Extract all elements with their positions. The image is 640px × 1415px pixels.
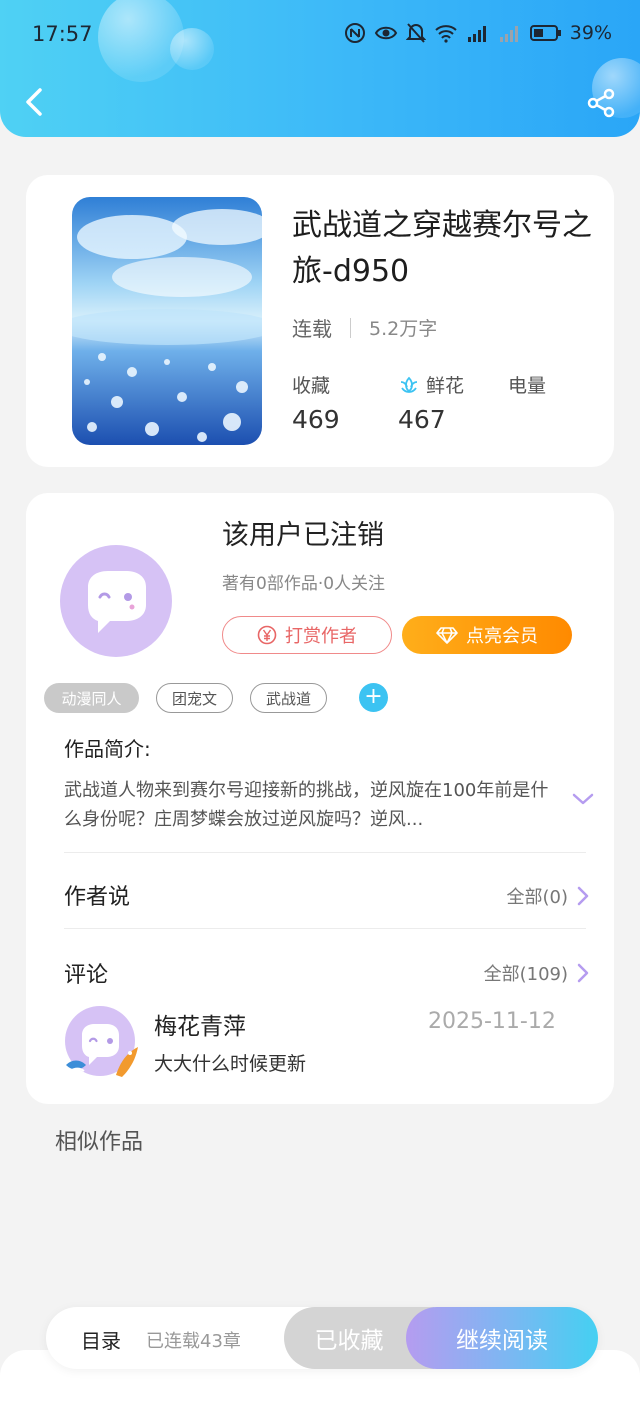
- meta-divider: [350, 317, 351, 338]
- continue-reading-button[interactable]: 继续阅读: [406, 1307, 598, 1369]
- battery-icon: [529, 25, 561, 41]
- add-tag-button[interactable]: +: [359, 683, 388, 712]
- mute-bell-icon: [405, 23, 426, 43]
- author-name: 该用户已注销: [222, 520, 384, 551]
- toc-button[interactable]: 目录: [81, 1325, 121, 1354]
- signal-icon: [499, 26, 518, 42]
- back-button[interactable]: [18, 84, 52, 120]
- share-icon: [587, 88, 615, 118]
- commenter-name: 梅花青萍: [154, 1014, 246, 1040]
- comments-all-label: 全部(109): [483, 964, 568, 985]
- diamond-icon: [436, 627, 458, 644]
- yen-icon: [257, 625, 277, 645]
- book-status: 连载: [292, 317, 332, 341]
- koi-avatar-icon: [65, 1006, 138, 1077]
- tag-item[interactable]: 武战道: [250, 683, 327, 713]
- bottom-action-bar: 目录 已连载43章 已收藏 继续阅读: [46, 1307, 598, 1369]
- author-says-heading: 作者说: [64, 885, 131, 910]
- stat-value-favorites: 469: [292, 405, 340, 434]
- signal-5g-icon: [467, 26, 486, 42]
- similar-works-heading: 相似作品: [55, 1130, 144, 1155]
- divider: [64, 928, 586, 929]
- stat-label-favorites: 收藏: [292, 375, 331, 397]
- author-info: 著有0部作品·0人关注: [222, 574, 386, 594]
- divider: [64, 852, 586, 853]
- decor-bubble: [170, 28, 214, 70]
- comment-date: 2025-11-12: [428, 1009, 556, 1034]
- synopsis-text: 武战道人物来到赛尔号迎接新的挑战，逆风旋在100年前是什么身份呢？庄周梦蝶会放过…: [64, 780, 549, 830]
- nfc-icon: [344, 23, 365, 43]
- tag-item[interactable]: 团宠文: [156, 683, 233, 713]
- comments-all-link[interactable]: 全部(109): [484, 960, 590, 986]
- commenter-avatar[interactable]: [64, 1005, 140, 1081]
- chevron-right-icon: [577, 963, 589, 983]
- tag-item[interactable]: 动漫同人: [44, 683, 139, 713]
- serial-chapters-label[interactable]: 已连载43章: [146, 1327, 241, 1353]
- battery-percent: 39%: [569, 22, 612, 44]
- stat-label-power: 电量: [508, 375, 547, 397]
- expand-synopsis-button[interactable]: [571, 789, 595, 809]
- author-says-all-label: 全部(0): [506, 887, 569, 908]
- continue-reading-label: 继续阅读: [456, 1328, 548, 1354]
- author-says-all-link[interactable]: 全部(0): [507, 883, 591, 909]
- activate-vip-label: 点亮会员: [466, 626, 538, 647]
- stat-flowers[interactable]: 鲜花: [398, 371, 464, 398]
- plus-icon: +: [364, 684, 383, 709]
- book-cover[interactable]: [72, 197, 262, 445]
- stat-label-flowers: 鲜花: [426, 375, 465, 397]
- book-meta: 连载 5.2万字: [292, 313, 437, 342]
- chevron-right-icon: [577, 886, 589, 906]
- back-icon: [26, 88, 42, 116]
- author-avatar[interactable]: [60, 545, 172, 657]
- header: 17:57 39%: [0, 0, 640, 137]
- flower-icon: [400, 376, 418, 393]
- book-title: 武战道之穿越赛尔号之旅-d950: [292, 208, 592, 289]
- status-icons: 39%: [344, 22, 612, 44]
- stat-value-flowers: 467: [398, 405, 446, 434]
- status-time: 17:57: [32, 22, 93, 46]
- wifi-icon: [435, 25, 457, 43]
- tip-author-label: 打赏作者: [285, 626, 357, 647]
- eye-icon: [374, 26, 397, 40]
- comment-text: 大大什么时候更新: [154, 1053, 307, 1075]
- chevron-down-icon: [572, 793, 594, 805]
- default-avatar-icon: [88, 571, 146, 633]
- book-word-count: 5.2万字: [369, 318, 438, 340]
- author-card: 该用户已注销 著有0部作品·0人关注 打赏作者 点亮会员 动漫同人 团宠文 武战…: [26, 493, 614, 1104]
- book-info-card: 武战道之穿越赛尔号之旅-d950 连载 5.2万字 收藏 469 鲜花 467 …: [26, 175, 614, 467]
- comments-heading: 评论: [64, 963, 109, 988]
- cover-image: [72, 197, 262, 445]
- collected-label: 已收藏: [314, 1328, 384, 1354]
- share-button[interactable]: [584, 86, 618, 120]
- tip-author-button[interactable]: 打赏作者: [222, 616, 392, 654]
- activate-vip-button[interactable]: 点亮会员: [402, 616, 572, 654]
- synopsis-heading: 作品简介:: [64, 737, 151, 761]
